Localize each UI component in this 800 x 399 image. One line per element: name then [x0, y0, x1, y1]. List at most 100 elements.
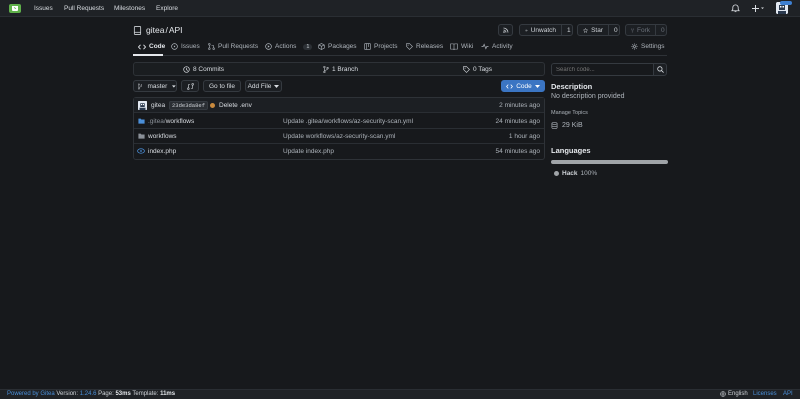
play-icon: [265, 43, 272, 50]
file-name[interactable]: .gitea/workflows: [148, 118, 194, 125]
page-time-label: Page:: [98, 391, 114, 397]
chevron-down-icon: [274, 84, 280, 88]
fork-count[interactable]: 0: [655, 25, 670, 35]
file-code-icon: [137, 148, 145, 154]
code-search-input[interactable]: [551, 63, 654, 76]
tab-actions[interactable]: Actions 1: [265, 43, 313, 50]
tab-packages-label: Packages: [328, 43, 357, 50]
star-button[interactable]: Star 0: [577, 24, 620, 36]
file-name[interactable]: workflows: [148, 133, 177, 140]
star-count[interactable]: 0: [608, 25, 623, 35]
pulse-icon: [481, 43, 489, 50]
file-row[interactable]: workflows Update workflows/az-security-s…: [134, 129, 544, 144]
create-menu[interactable]: [751, 4, 765, 13]
tab-issues[interactable]: Issues: [171, 43, 200, 50]
commits-stat[interactable]: 8 Commits: [183, 66, 224, 73]
branch-name: master: [147, 82, 168, 90]
description-text: No description provided: [551, 93, 625, 100]
file-name-prefix: .gitea/: [148, 118, 166, 125]
tab-settings[interactable]: Settings: [631, 43, 665, 50]
commit-message[interactable]: Delete .env: [219, 102, 252, 109]
file-commit-message[interactable]: Update workflows/az-security-scan.yml: [283, 133, 395, 140]
manage-topics-link[interactable]: Manage Topics: [551, 110, 588, 116]
commits-count: 8 Commits: [193, 66, 225, 73]
go-to-file-label: Go to file: [208, 82, 235, 90]
compare-icon: [186, 82, 194, 90]
latest-commit-row: gitea 23de3da8ef Delete .env 2 minutes a…: [134, 98, 544, 113]
go-to-file-button[interactable]: Go to file: [203, 80, 241, 92]
licenses-link[interactable]: Licenses: [753, 391, 777, 397]
repo-tabs: Code Issues Pull Requests Actions 1 Pack…: [133, 40, 667, 56]
code-search-button[interactable]: [653, 63, 667, 76]
branches-count: 1 Branch: [332, 66, 359, 73]
page-time-value: 53ms: [115, 391, 131, 397]
admin-badge: [780, 1, 792, 5]
file-commit-time: 24 minutes ago: [495, 118, 540, 125]
repo-title: gitea/API: [146, 25, 183, 35]
footer-language: English: [728, 391, 748, 397]
chevron-down-icon: [534, 84, 540, 88]
tags-stat[interactable]: 0 Tags: [463, 66, 492, 73]
tab-code[interactable]: Code: [138, 43, 165, 50]
compare-button[interactable]: [181, 80, 199, 92]
api-link[interactable]: API: [783, 391, 793, 397]
clone-code-button[interactable]: Code: [501, 80, 545, 92]
nav-issues[interactable]: Issues: [34, 5, 53, 12]
book-icon: [450, 43, 458, 50]
database-icon: [551, 122, 558, 129]
template-time-value: 11ms: [160, 391, 176, 397]
file-commit-message[interactable]: Update .gitea/workflows/az-security-scan…: [283, 118, 413, 125]
bell-icon[interactable]: [731, 4, 740, 13]
rss-button[interactable]: [498, 24, 513, 36]
project-icon: [364, 43, 371, 50]
folder-icon: [138, 118, 145, 124]
commit-author[interactable]: gitea: [151, 102, 165, 109]
file-row[interactable]: index.php Update index.php 54 minutes ag…: [134, 144, 544, 159]
tab-activity-label: Activity: [492, 43, 513, 50]
add-file-label: Add File: [247, 82, 272, 90]
file-row[interactable]: .gitea/workflows Update .gitea/workflows…: [134, 114, 544, 129]
watch-count[interactable]: 1: [561, 25, 576, 35]
tab-actions-label: Actions: [275, 43, 297, 50]
tab-releases-label: Releases: [416, 43, 444, 50]
add-file-button[interactable]: Add File: [245, 80, 282, 92]
file-commit-message[interactable]: Update index.php: [283, 148, 334, 155]
tab-activity[interactable]: Activity: [481, 43, 513, 50]
tab-actions-count: 1: [303, 43, 313, 50]
tab-wiki[interactable]: Wiki: [450, 43, 473, 50]
gitea-logo[interactable]: [9, 4, 21, 13]
repo-owner-link[interactable]: gitea: [146, 25, 164, 35]
repo-name-link[interactable]: API: [169, 25, 183, 35]
branch-icon: [138, 83, 143, 89]
history-icon: [183, 66, 190, 73]
language-bar: [551, 160, 668, 164]
file-name[interactable]: index.php: [148, 148, 176, 155]
commit-author-avatar[interactable]: [138, 101, 147, 110]
nav-milestones[interactable]: Milestones: [114, 5, 145, 12]
fork-icon: [631, 28, 634, 33]
tab-pull-requests[interactable]: Pull Requests: [208, 43, 258, 50]
nav-explore[interactable]: Explore: [156, 5, 178, 12]
tab-packages[interactable]: Packages: [318, 43, 357, 50]
tab-releases[interactable]: Releases: [406, 43, 443, 50]
tab-projects-label: Projects: [374, 43, 398, 50]
rss-icon: [502, 27, 508, 33]
commit-status-icon[interactable]: [210, 103, 215, 108]
gear-icon: [631, 43, 638, 50]
version-value[interactable]: 1.24.6: [80, 391, 97, 397]
branch-selector[interactable]: master: [133, 80, 177, 92]
tab-projects[interactable]: Projects: [364, 43, 397, 50]
tags-count: 0 Tags: [473, 66, 493, 73]
search-icon: [656, 66, 664, 73]
commit-sha[interactable]: 23de3da8ef: [169, 101, 209, 110]
fork-button[interactable]: Fork 0: [625, 24, 667, 36]
powered-by-link[interactable]: Powered by Gitea: [7, 391, 55, 397]
branches-stat[interactable]: 1 Branch: [323, 66, 358, 73]
watch-button[interactable]: Unwatch 1: [519, 24, 573, 36]
repo-size: 29 KiB: [551, 122, 583, 129]
nav-pull-requests[interactable]: Pull Requests: [64, 5, 104, 12]
language-switcher[interactable]: English: [720, 391, 748, 397]
footer-left: Powered by Gitea Version: 1.24.6 Page: 5…: [7, 391, 175, 397]
pull-request-icon: [208, 43, 215, 50]
fork-label: Fork: [637, 26, 650, 34]
